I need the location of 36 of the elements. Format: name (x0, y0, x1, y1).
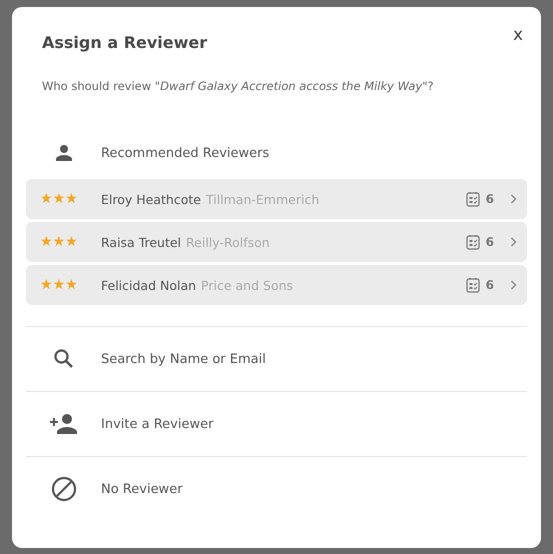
option-item[interactable]: No Reviewer (26, 456, 527, 521)
question-text: Who should review "Dwarf Galaxy Accretion accoss the Milky Way"? (42, 79, 435, 93)
chevron-right-icon (510, 194, 517, 204)
reviewer-company: Tillman-Emmerich (206, 192, 320, 206)
star-icon: ★ (52, 278, 66, 292)
reviewer-item[interactable]: ★★★ Raisa Treutel Reilly-Rolfson 6 (26, 222, 527, 262)
chevron-right-icon (510, 280, 517, 290)
section-label: Recommended Reviewers (101, 146, 270, 160)
star-icon: ★ (40, 192, 53, 206)
chevron-right-icon (510, 237, 517, 247)
prohibited-icon (50, 476, 76, 502)
star-icon: ★ (52, 192, 66, 206)
star-icon: ★ (40, 235, 53, 249)
reviewer-name: Elroy Heathcote (101, 192, 201, 206)
reviewer-name: Raisa Treutel (101, 234, 182, 250)
star-icon: ★ (65, 235, 78, 249)
review-count: 6 (486, 278, 494, 292)
checklist-icon (466, 277, 480, 293)
star-icon: ★ (52, 235, 66, 249)
reviewer-item[interactable]: ★★★ Elroy Heathcote Tillman-Emmerich 6 (26, 179, 527, 219)
review-count: 6 (486, 192, 494, 206)
star-icon: ★ (65, 192, 78, 206)
reviewer-company: Price and Sons (201, 278, 294, 292)
checklist-icon (466, 191, 480, 207)
star-icon: ★ (40, 278, 53, 292)
reviewer-item[interactable]: ★★★ Felicidad Nolan Price and Sons 6 (26, 265, 527, 305)
option-item[interactable]: Search by Name or Email (26, 326, 527, 391)
add-person-icon (48, 413, 78, 435)
reviewer-name: Felicidad Nolan (101, 278, 196, 292)
review-count: 6 (486, 235, 494, 249)
checklist-icon (466, 234, 480, 250)
option-item[interactable]: Invite a Reviewer (26, 391, 527, 456)
close-button[interactable]: x (508, 23, 527, 47)
dialog-title: Assign a Reviewer (42, 33, 208, 52)
reviewer-company: Reilly-Rolfson (186, 234, 271, 250)
star-icon: ★ (65, 278, 78, 292)
